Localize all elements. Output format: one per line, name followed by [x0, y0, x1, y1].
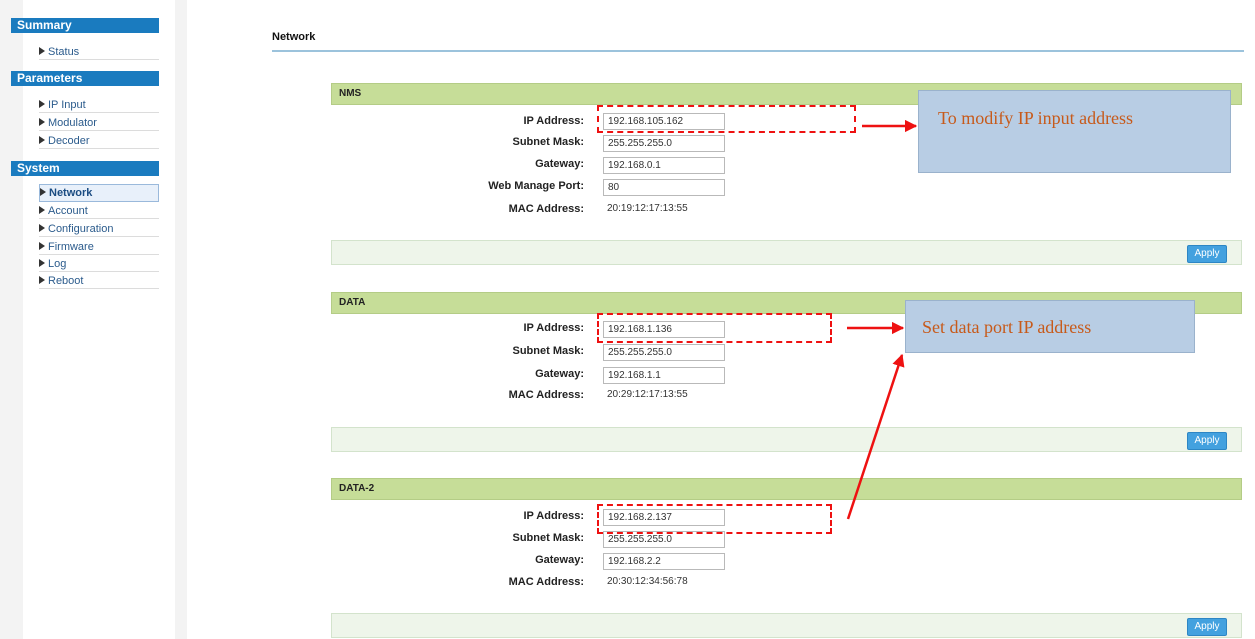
- annotation-arrows: [846, 119, 918, 520]
- arrow-data2-to-callout: [846, 353, 905, 520]
